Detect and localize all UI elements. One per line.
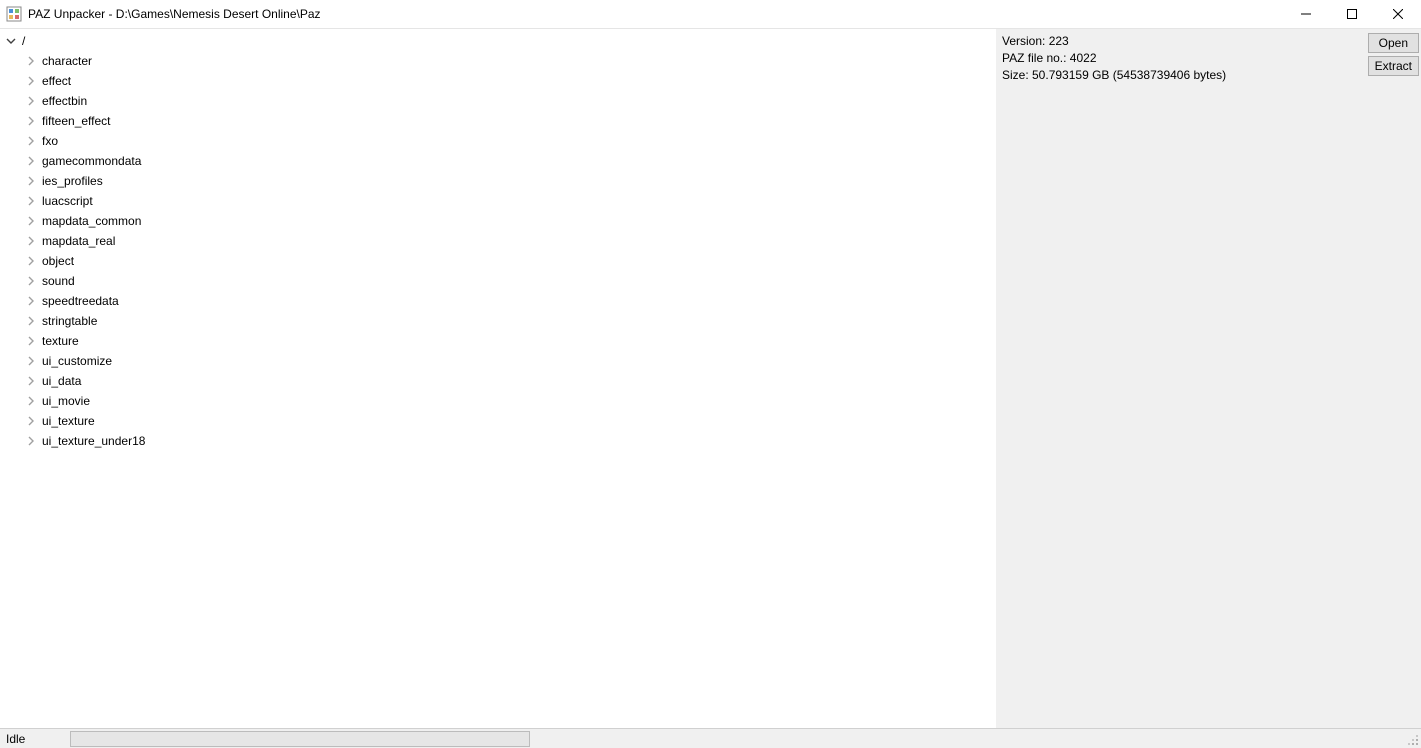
tree-item-label: ui_customize: [42, 354, 112, 368]
tree-item[interactable]: luacscript: [20, 191, 996, 211]
chevron-right-icon[interactable]: [24, 134, 38, 148]
tree-item-root[interactable]: /: [0, 31, 996, 51]
side-pane: Version: 223 PAZ file no.: 4022 Size: 50…: [996, 29, 1421, 728]
tree-item[interactable]: ui_data: [20, 371, 996, 391]
chevron-right-icon[interactable]: [24, 394, 38, 408]
tree-item-label: ui_movie: [42, 394, 90, 408]
chevron-right-icon[interactable]: [24, 374, 38, 388]
extract-button[interactable]: Extract: [1368, 56, 1419, 76]
tree-item[interactable]: fxo: [20, 131, 996, 151]
tree-item[interactable]: texture: [20, 331, 996, 351]
tree-item[interactable]: ies_profiles: [20, 171, 996, 191]
maximize-icon: [1347, 9, 1357, 19]
tree-item-label: ui_data: [42, 374, 81, 388]
tree-item[interactable]: fifteen_effect: [20, 111, 996, 131]
tree-item-label: effectbin: [42, 94, 87, 108]
tree-item-label: stringtable: [42, 314, 97, 328]
tree-item-label: effect: [42, 74, 71, 88]
resize-grip-icon[interactable]: [1407, 734, 1419, 746]
tree-item[interactable]: ui_texture: [20, 411, 996, 431]
tree-item-label: fifteen_effect: [42, 114, 111, 128]
chevron-down-icon[interactable]: [4, 34, 18, 48]
chevron-right-icon[interactable]: [24, 414, 38, 428]
chevron-right-icon[interactable]: [24, 274, 38, 288]
info-version: Version: 223: [1002, 33, 1415, 50]
tree-item-label: ui_texture_under18: [42, 434, 145, 448]
chevron-right-icon[interactable]: [24, 94, 38, 108]
tree-item[interactable]: ui_customize: [20, 351, 996, 371]
info-size: Size: 50.793159 GB (54538739406 bytes): [1002, 67, 1415, 84]
tree-item-label: fxo: [42, 134, 58, 148]
tree-item-label: texture: [42, 334, 79, 348]
minimize-icon: [1301, 9, 1311, 19]
tree-item-label: /: [22, 34, 25, 48]
tree-item[interactable]: ui_texture_under18: [20, 431, 996, 451]
tree-item[interactable]: effect: [20, 71, 996, 91]
tree-item-label: character: [42, 54, 92, 68]
statusbar: Idle: [0, 728, 1421, 748]
window-controls: [1283, 0, 1421, 28]
tree-item-label: ies_profiles: [42, 174, 103, 188]
chevron-right-icon[interactable]: [24, 254, 38, 268]
progress-bar: [70, 731, 530, 747]
tree-item[interactable]: sound: [20, 271, 996, 291]
window-title: PAZ Unpacker - D:\Games\Nemesis Desert O…: [28, 7, 321, 21]
app-icon: [6, 6, 22, 22]
tree-item[interactable]: effectbin: [20, 91, 996, 111]
tree-item-label: ui_texture: [42, 414, 95, 428]
tree-item-label: gamecommondata: [42, 154, 141, 168]
titlebar: PAZ Unpacker - D:\Games\Nemesis Desert O…: [0, 0, 1421, 29]
chevron-right-icon[interactable]: [24, 74, 38, 88]
side-buttons: Open Extract: [1368, 33, 1419, 76]
info-fileno: PAZ file no.: 4022: [1002, 50, 1415, 67]
tree-item[interactable]: speedtreedata: [20, 291, 996, 311]
chevron-right-icon[interactable]: [24, 214, 38, 228]
tree-item[interactable]: character: [20, 51, 996, 71]
chevron-right-icon[interactable]: [24, 114, 38, 128]
tree-item-label: mapdata_real: [42, 234, 115, 248]
maximize-button[interactable]: [1329, 0, 1375, 28]
chevron-right-icon[interactable]: [24, 314, 38, 328]
tree-item[interactable]: mapdata_common: [20, 211, 996, 231]
tree-item[interactable]: mapdata_real: [20, 231, 996, 251]
chevron-right-icon[interactable]: [24, 294, 38, 308]
tree-item[interactable]: object: [20, 251, 996, 271]
open-button[interactable]: Open: [1368, 33, 1419, 53]
close-button[interactable]: [1375, 0, 1421, 28]
file-tree[interactable]: / character effect effectbin fifteen_effectf…: [0, 31, 996, 451]
tree-item[interactable]: stringtable: [20, 311, 996, 331]
chevron-right-icon[interactable]: [24, 194, 38, 208]
tree-item-label: object: [42, 254, 74, 268]
chevron-right-icon[interactable]: [24, 354, 38, 368]
chevron-right-icon[interactable]: [24, 54, 38, 68]
chevron-right-icon[interactable]: [24, 174, 38, 188]
tree-item-label: mapdata_common: [42, 214, 141, 228]
chevron-right-icon[interactable]: [24, 334, 38, 348]
info-block: Version: 223 PAZ file no.: 4022 Size: 50…: [996, 29, 1421, 88]
tree-item-label: speedtreedata: [42, 294, 119, 308]
status-text: Idle: [0, 732, 70, 746]
tree-item[interactable]: gamecommondata: [20, 151, 996, 171]
minimize-button[interactable]: [1283, 0, 1329, 28]
close-icon: [1393, 9, 1403, 19]
client-area: / character effect effectbin fifteen_effectf…: [0, 29, 1421, 728]
tree-item-label: luacscript: [42, 194, 93, 208]
tree-item[interactable]: ui_movie: [20, 391, 996, 411]
chevron-right-icon[interactable]: [24, 434, 38, 448]
tree-item-label: sound: [42, 274, 75, 288]
chevron-right-icon[interactable]: [24, 154, 38, 168]
tree-pane[interactable]: / character effect effectbin fifteen_effectf…: [0, 29, 996, 728]
chevron-right-icon[interactable]: [24, 234, 38, 248]
